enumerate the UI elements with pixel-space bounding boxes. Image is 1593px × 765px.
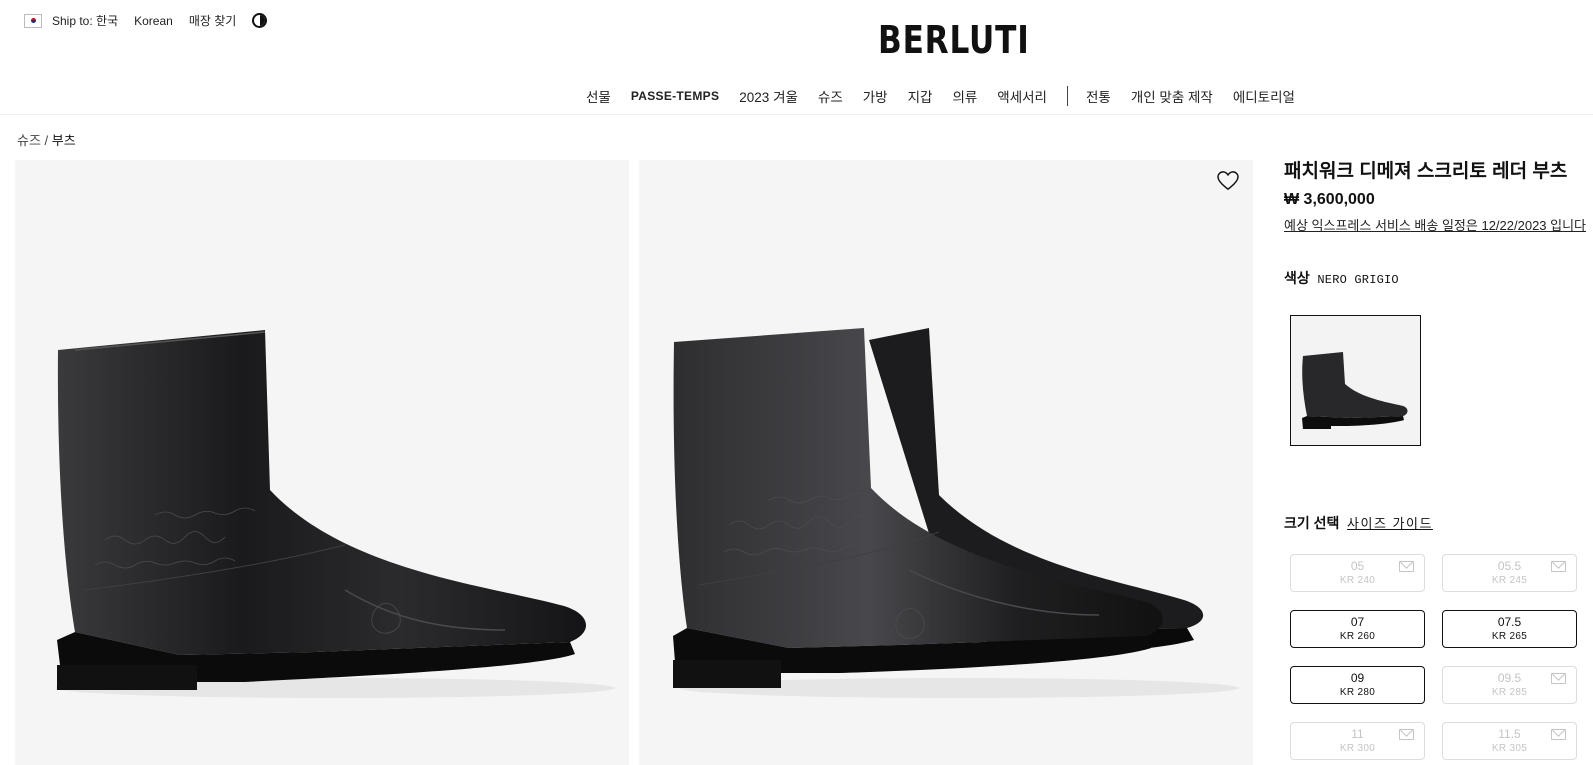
product-image-side[interactable] — [15, 160, 629, 765]
size-option[interactable]: 09.5 KR 285 — [1442, 666, 1577, 704]
product-title: 패치워크 디메져 스크리토 레더 부츠 — [1284, 161, 1568, 182]
boot-side-illustration — [55, 330, 615, 698]
nav-item-gifts[interactable]: 선물 — [586, 86, 611, 106]
nav-item-heritage[interactable]: 전통 — [1086, 86, 1111, 106]
header-divider — [0, 114, 1593, 115]
size-option[interactable]: 05 KR 240 — [1290, 554, 1425, 592]
size-select-label: 크기 선택 — [1284, 515, 1340, 531]
nav-item-accessories[interactable]: 액세서리 — [997, 86, 1047, 106]
nav-divider — [1066, 86, 1068, 106]
size-select-row: 크기 선택 사이즈 가이드 — [1284, 513, 1433, 533]
product-image-pair[interactable] — [639, 160, 1253, 765]
breadcrumb-shoes[interactable]: 슈즈 — [17, 133, 41, 148]
size-kr: KR 280 — [1339, 687, 1376, 698]
nav-item-wallets[interactable]: 지갑 — [908, 86, 933, 106]
color-label: 색상 — [1284, 270, 1310, 286]
nav-item-shoes[interactable]: 슈즈 — [818, 86, 843, 106]
nav-item-winter-2023[interactable]: 2023 겨울 — [739, 86, 798, 106]
nav-item-bespoke[interactable]: 개인 맞춤 제작 — [1131, 86, 1213, 106]
color-value: NERO GRIGIO — [1317, 273, 1399, 287]
nav-item-clothing[interactable]: 의류 — [952, 86, 977, 106]
size-eu: 07.5 — [1497, 615, 1522, 629]
korea-flag-icon — [24, 13, 42, 28]
breadcrumb-separator: / — [40, 133, 52, 148]
product-price: ₩ 3,600,000 — [1284, 191, 1375, 208]
size-option[interactable]: 07 KR 260 — [1290, 610, 1425, 648]
store-locator-link[interactable]: 매장 찾기 — [189, 12, 237, 29]
product-info: 패치워크 디메져 스크리토 레더 부츠 ₩ 3,600,000 예상 익스프레스… — [1284, 156, 1593, 760]
size-option[interactable]: 11 KR 300 — [1290, 722, 1425, 760]
color-swatch-nero-grigio[interactable] — [1290, 315, 1421, 446]
breadcrumb: 슈즈 / 부츠 — [17, 130, 76, 149]
size-eu: 07 — [1350, 615, 1365, 629]
contrast-icon[interactable] — [252, 13, 268, 28]
boot-pair-illustration — [673, 328, 1239, 698]
color-row: 색상 NERO GRIGIO — [1284, 268, 1593, 288]
swatch-boot-image — [1302, 352, 1408, 429]
size-kr: KR 305 — [1491, 743, 1528, 754]
mail-icon[interactable] — [1399, 729, 1414, 740]
main-nav: 선물 PASSE-TEMPS 2023 겨울 슈즈 가방 지갑 의류 액세서리 … — [586, 86, 1315, 106]
nav-item-passe-temps[interactable]: PASSE-TEMPS — [631, 89, 719, 103]
size-kr: KR 285 — [1491, 687, 1528, 698]
size-eu: 09 — [1350, 671, 1365, 685]
size-kr: KR 265 — [1491, 631, 1528, 642]
brand-logo[interactable]: BERLUTI — [878, 18, 1030, 62]
nav-item-editorial[interactable]: 에디토리얼 — [1233, 86, 1295, 106]
heart-icon[interactable] — [1217, 171, 1239, 191]
mail-icon[interactable] — [1551, 561, 1566, 572]
size-option[interactable]: 11.5 KR 305 — [1442, 722, 1577, 760]
size-kr: KR 300 — [1339, 743, 1376, 754]
size-option[interactable]: 05.5 KR 245 — [1442, 554, 1577, 592]
delivery-estimate[interactable]: 예상 익스프레스 서비스 배송 일정은 12/22/2023 입니다 — [1284, 215, 1593, 234]
mail-icon[interactable] — [1551, 673, 1566, 684]
size-kr: KR 260 — [1339, 631, 1376, 642]
size-kr: KR 240 — [1339, 575, 1376, 586]
size-option[interactable]: 09 KR 280 — [1290, 666, 1425, 704]
nav-item-bags[interactable]: 가방 — [863, 86, 888, 106]
breadcrumb-boots: 부츠 — [51, 133, 76, 148]
language-link[interactable]: Korean — [134, 14, 173, 28]
size-option[interactable]: 07.5 KR 265 — [1442, 610, 1577, 648]
size-kr: KR 245 — [1491, 575, 1528, 586]
ship-to-link[interactable]: Ship to: 한국 — [52, 12, 118, 29]
utility-bar: Ship to: 한국 Korean 매장 찾기 — [24, 12, 268, 29]
size-guide-link[interactable]: 사이즈 가이드 — [1347, 516, 1433, 531]
mail-icon[interactable] — [1551, 729, 1566, 740]
mail-icon[interactable] — [1399, 561, 1414, 572]
